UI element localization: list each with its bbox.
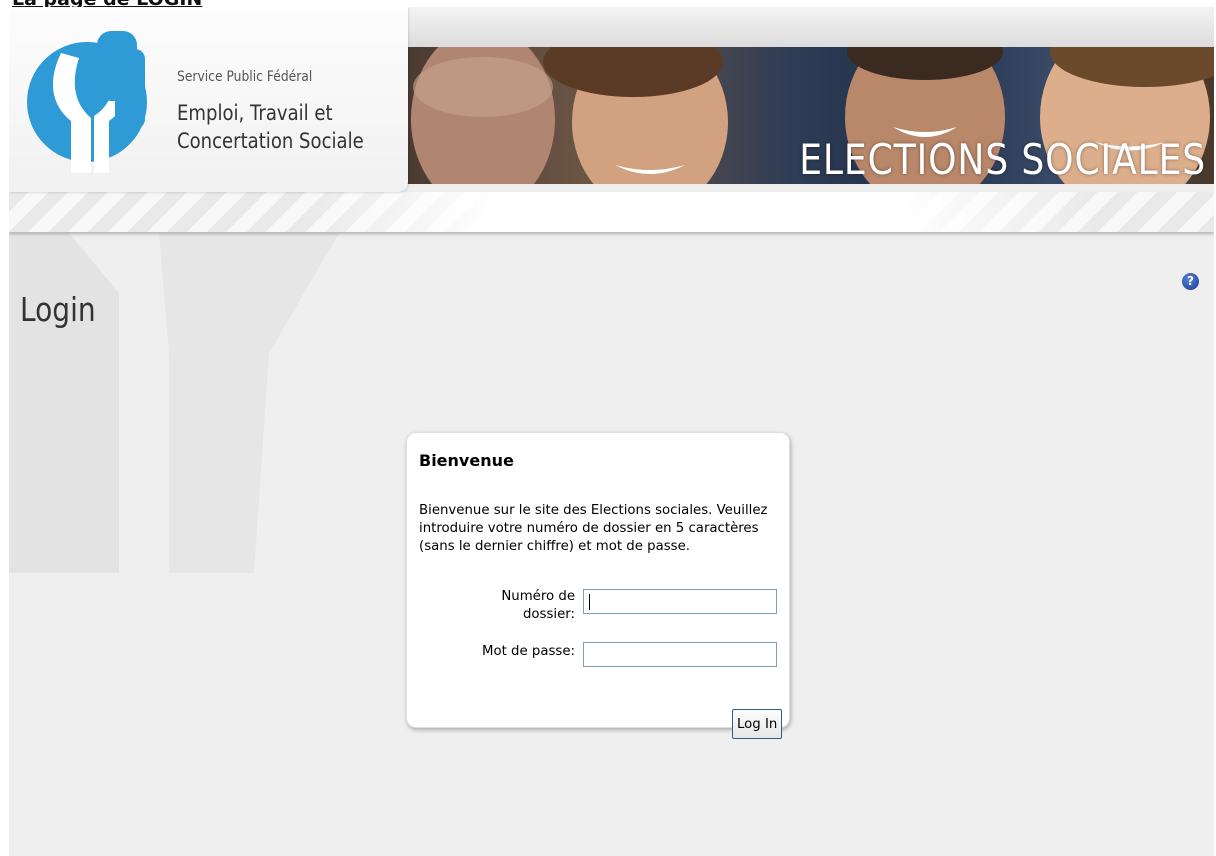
org-name-line2: Emploi, Travail et: [177, 101, 333, 125]
org-name-line1: Service Public Fédéral: [177, 69, 313, 85]
org-name-line3: Concertation Sociale: [177, 129, 364, 153]
login-panel: Bienvenue Bienvenue sur le site des Elec…: [406, 432, 790, 728]
page-container: Service Public Fédéral Emploi, Travail e…: [9, 7, 1214, 856]
banner-title: ELECTIONS SOCIALES: [799, 135, 1206, 184]
text-cursor: [589, 594, 590, 610]
help-icon[interactable]: ?: [1182, 273, 1199, 290]
dossier-number-input[interactable]: [583, 589, 777, 614]
watermark-logo: [9, 233, 339, 573]
login-instructions: Bienvenue sur le site des Elections soci…: [419, 503, 768, 554]
header-stripe-bar: [9, 192, 1214, 232]
header-logo-panel: Service Public Fédéral Emploi, Travail e…: [9, 7, 408, 192]
login-panel-title: Bienvenue: [419, 451, 514, 470]
page-title: Login: [20, 290, 96, 329]
header-top-strip: [399, 7, 1214, 47]
header-banner: ELECTIONS SOCIALES: [405, 47, 1214, 184]
spf-logo-icon[interactable]: [19, 23, 164, 178]
dossier-number-label: Numéro de dossier:: [501, 589, 575, 622]
login-button[interactable]: Log In: [732, 709, 783, 739]
password-label: Mot de passe:: [481, 644, 575, 659]
password-input[interactable]: [583, 642, 777, 667]
